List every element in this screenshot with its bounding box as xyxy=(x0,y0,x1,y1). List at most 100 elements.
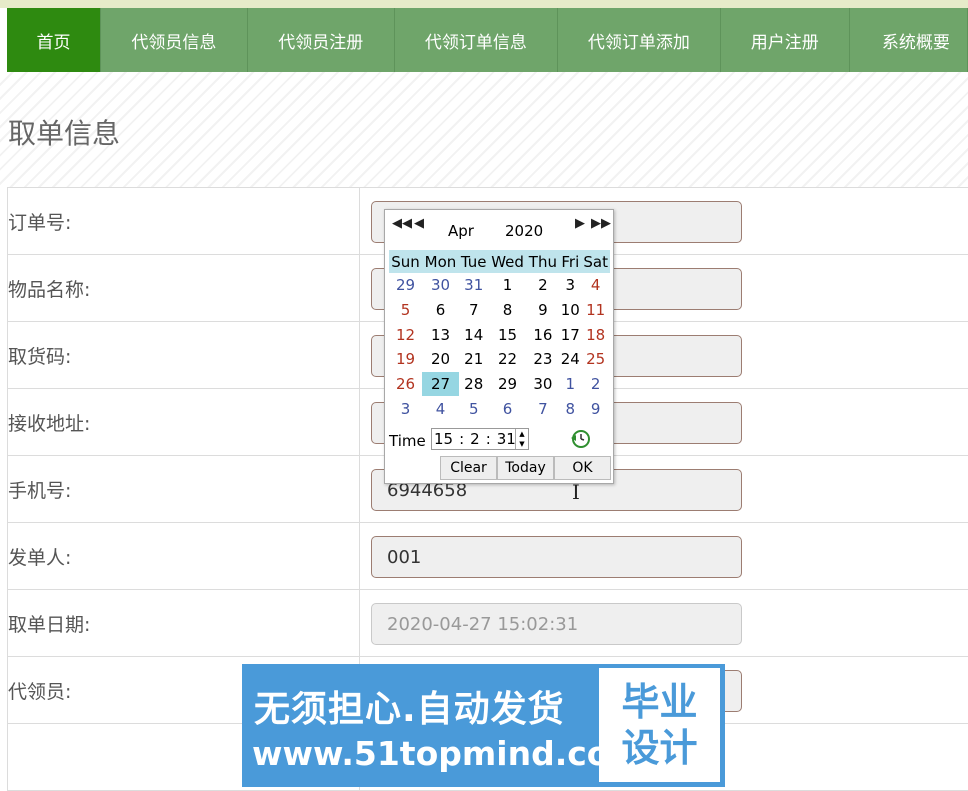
hatched-background xyxy=(0,72,968,188)
text-cursor-icon: I xyxy=(572,480,580,504)
today-button[interactable]: Today xyxy=(497,456,554,480)
time-spinner[interactable]: ▲▼ xyxy=(515,429,528,449)
prev-year-icon[interactable]: ◀◀ xyxy=(392,216,412,231)
time-label: Time xyxy=(389,432,426,450)
calendar-day[interactable]: 4 xyxy=(422,396,459,421)
calendar-week: 12131415161718 xyxy=(389,322,610,347)
calendar-day[interactable]: 18 xyxy=(581,322,610,347)
calendar-day[interactable]: 3 xyxy=(559,273,581,298)
calendar-day[interactable]: 15 xyxy=(489,322,527,347)
form-label: 手机号: xyxy=(8,456,360,523)
calendar-day[interactable]: 4 xyxy=(581,273,610,298)
calendar-day[interactable]: 13 xyxy=(422,322,459,347)
watermark-banner: 无须担心.自动发货 www.51topmind.com 毕业 设计 xyxy=(242,664,725,787)
prev-month-icon[interactable]: ◀ xyxy=(414,216,424,231)
weekday-header: Wed xyxy=(489,250,527,273)
pickup-date-input[interactable]: 2020-04-27 15:02:31 xyxy=(371,603,742,645)
calendar-day[interactable]: 22 xyxy=(489,347,527,372)
nav-item-agent-info[interactable]: 代领员信息 xyxy=(101,8,248,72)
calendar-day[interactable]: 6 xyxy=(422,298,459,323)
calendar-week: 2930311234 xyxy=(389,273,610,298)
banner-logo-box: 毕业 设计 xyxy=(599,668,720,782)
banner-box-line1: 毕业 xyxy=(621,679,697,725)
calendar-day[interactable]: 12 xyxy=(389,322,422,347)
calendar-week: 262728293012 xyxy=(389,372,610,397)
calendar-header: ◀◀ ◀ Apr 2020 ▶ ▶▶ xyxy=(385,210,613,248)
calendar-day[interactable]: 30 xyxy=(422,273,459,298)
calendar-day[interactable]: 2 xyxy=(527,273,560,298)
page-title: 取单信息 xyxy=(8,112,120,152)
form-row-sender: 发单人: 001 xyxy=(8,523,968,590)
calendar-day[interactable]: 7 xyxy=(459,298,489,323)
calendar-day[interactable]: 5 xyxy=(389,298,422,323)
calendar-day[interactable]: 28 xyxy=(459,372,489,397)
calendar-day[interactable]: 19 xyxy=(389,347,422,372)
calendar-week: 19202122232425 xyxy=(389,347,610,372)
calendar-day[interactable]: 9 xyxy=(527,298,560,323)
form-row-pickup-date: 取单日期: 2020-04-27 15:02:31 xyxy=(8,590,968,657)
time-hour[interactable]: 15 xyxy=(434,430,453,448)
calendar-day[interactable]: 24 xyxy=(559,347,581,372)
calendar-day[interactable]: 17 xyxy=(559,322,581,347)
weekday-header: Thu xyxy=(527,250,560,273)
nav-item-home[interactable]: 首页 xyxy=(7,8,101,72)
form-label: 物品名称: xyxy=(8,255,360,322)
next-month-icon[interactable]: ▶ xyxy=(575,216,585,231)
calendar-day[interactable]: 1 xyxy=(559,372,581,397)
reset-time-icon[interactable] xyxy=(569,429,591,449)
calendar-week: 567891011 xyxy=(389,298,610,323)
ok-button[interactable]: OK xyxy=(554,456,611,480)
form-label: 接收地址: xyxy=(8,389,360,456)
time-second[interactable]: 31 xyxy=(497,430,516,448)
next-year-icon[interactable]: ▶▶ xyxy=(591,216,611,231)
calendar-day[interactable]: 8 xyxy=(489,298,527,323)
date-picker-popup: ◀◀ ◀ Apr 2020 ▶ ▶▶ SunMonTueWedThuFriSat… xyxy=(384,209,614,484)
nav-item-agent-register[interactable]: 代领员注册 xyxy=(248,8,395,72)
calendar-week: 3456789 xyxy=(389,396,610,421)
form-label: 发单人: xyxy=(8,523,360,590)
calendar-day[interactable]: 26 xyxy=(389,372,422,397)
calendar-day[interactable]: 16 xyxy=(527,322,560,347)
time-row: Time 15 : 2 : 31 ▲▼ xyxy=(389,427,609,453)
calendar-day[interactable]: 20 xyxy=(422,347,459,372)
clear-button[interactable]: Clear xyxy=(440,456,497,480)
calendar-day[interactable]: 10 xyxy=(559,298,581,323)
calendar-day[interactable]: 31 xyxy=(459,273,489,298)
banner-box-line2: 设计 xyxy=(621,725,697,771)
calendar-day[interactable]: 9 xyxy=(581,396,610,421)
nav-item-user-register[interactable]: 用户注册 xyxy=(721,8,850,72)
calendar-day[interactable]: 30 xyxy=(527,372,560,397)
top-strip xyxy=(0,0,968,8)
calendar-day[interactable]: 6 xyxy=(489,396,527,421)
sender-input[interactable]: 001 xyxy=(371,536,742,578)
weekday-header: Sat xyxy=(581,250,610,273)
calendar-buttons: Clear Today OK xyxy=(440,456,611,480)
calendar-day[interactable]: 7 xyxy=(527,396,560,421)
nav-item-order-add[interactable]: 代领订单添加 xyxy=(558,8,721,72)
calendar-day[interactable]: 5 xyxy=(459,396,489,421)
banner-slogan: 无须担心.自动发货 xyxy=(254,680,565,732)
calendar-day[interactable]: 25 xyxy=(581,347,610,372)
calendar-day[interactable]: 21 xyxy=(459,347,489,372)
form-label: 订单号: xyxy=(8,188,360,255)
calendar-day[interactable]: 23 xyxy=(527,347,560,372)
calendar-day[interactable]: 14 xyxy=(459,322,489,347)
time-input[interactable]: 15 : 2 : 31 ▲▼ xyxy=(431,428,529,450)
calendar-day[interactable]: 29 xyxy=(489,372,527,397)
calendar-day[interactable]: 3 xyxy=(389,396,422,421)
calendar-day[interactable]: 2 xyxy=(581,372,610,397)
calendar-day[interactable]: 8 xyxy=(559,396,581,421)
weekday-header: Sun xyxy=(389,250,422,273)
calendar-grid: SunMonTueWedThuFriSat 293031123456789101… xyxy=(389,250,610,421)
calendar-day[interactable]: 27 xyxy=(422,372,459,397)
calendar-day[interactable]: 11 xyxy=(581,298,610,323)
nav-item-system-overview[interactable]: 系统概要 xyxy=(850,8,968,72)
weekday-header: Mon xyxy=(422,250,459,273)
time-minute[interactable]: 2 xyxy=(470,430,480,448)
calendar-month[interactable]: Apr xyxy=(448,222,474,240)
calendar-day[interactable]: 29 xyxy=(389,273,422,298)
calendar-day[interactable]: 1 xyxy=(489,273,527,298)
nav-item-order-info[interactable]: 代领订单信息 xyxy=(395,8,558,72)
form-label: 取货码: xyxy=(8,322,360,389)
calendar-year[interactable]: 2020 xyxy=(505,222,543,240)
